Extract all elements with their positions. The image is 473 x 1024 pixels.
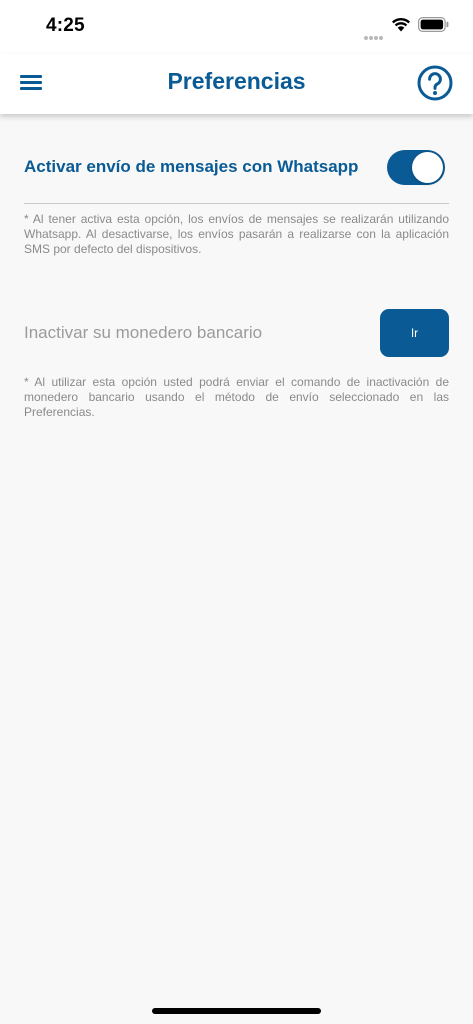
signal-dots-icon <box>364 27 386 40</box>
status-bar: 4:25 <box>0 0 473 54</box>
wallet-setting-row: Inactivar su monedero bancario Ir <box>24 309 449 357</box>
status-time: 4:25 <box>46 15 85 36</box>
whatsapp-setting-label: Activar envío de mensajes con Whatsapp <box>24 157 359 176</box>
home-indicator <box>152 1008 321 1014</box>
wifi-icon <box>392 17 410 32</box>
divider <box>24 203 449 204</box>
wallet-go-button[interactable]: Ir <box>380 309 449 357</box>
wallet-setting-label: Inactivar su monedero bancario <box>24 323 263 342</box>
wallet-setting-note: * Al utilizar esta opción usted podrá en… <box>24 375 449 419</box>
page-title: Preferencias <box>167 68 306 94</box>
whatsapp-setting-row: Activar envío de mensajes con Whatsapp <box>24 144 449 192</box>
navigation-bar: Preferencias <box>0 54 473 114</box>
whatsapp-setting-note: * Al tener activa esta opción, los envío… <box>24 212 449 256</box>
whatsapp-toggle[interactable] <box>387 150 445 185</box>
battery-icon <box>418 17 449 32</box>
help-circle-icon[interactable] <box>417 65 453 101</box>
toggle-knob <box>412 152 443 183</box>
